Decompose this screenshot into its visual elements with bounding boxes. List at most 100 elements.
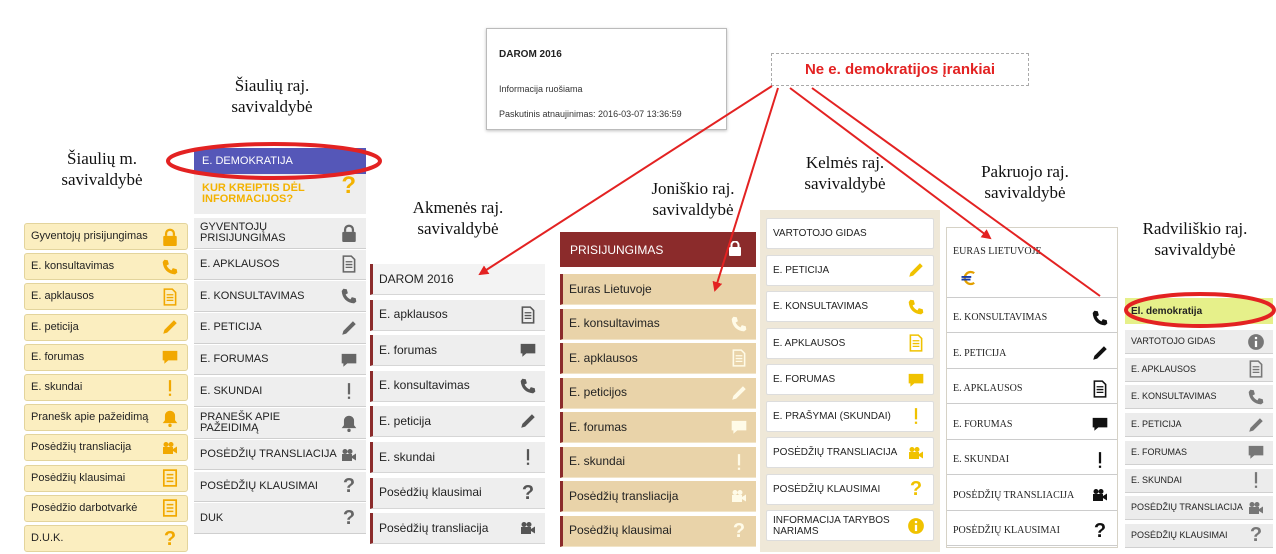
- menu-item[interactable]: E. skundai: [560, 446, 756, 478]
- menu-item[interactable]: E. SKUNDAI: [1125, 468, 1273, 493]
- menu-item[interactable]: Posėdžių klausimai: [24, 464, 188, 492]
- menu-header-label: E. DEMOKRATIJA: [202, 155, 293, 167]
- panel-pakruojo: EURAS LIETUVOJE E. KONSULTAVIMAS E. PETICI…: [946, 227, 1118, 548]
- menu-item[interactable]: POSĖDŽIŲ TRANSLIACIJA: [766, 437, 934, 468]
- menu-item-label: Posėdžių transliacija: [31, 441, 132, 454]
- camera-icon: [905, 443, 927, 463]
- menu-header-e-demokratija[interactable]: E. DEMOKRATIJA: [194, 148, 366, 174]
- menu-item-label: E. skundai: [31, 381, 83, 393]
- menu-item[interactable]: E. konsultavimas: [370, 370, 545, 402]
- menu-item[interactable]: DAROM 2016: [370, 264, 545, 295]
- menu-item[interactable]: E. peticija: [370, 406, 545, 438]
- menu-item-label: E. FORUMAS: [773, 374, 836, 385]
- chat-icon: [728, 417, 750, 437]
- menu-item[interactable]: E. forumas: [370, 335, 545, 367]
- menu-item[interactable]: Posėdžių transliacija: [24, 434, 188, 462]
- menu-item[interactable]: E. KONSULTAVIMAS: [194, 281, 366, 312]
- menu-item[interactable]: E. konsultavimas: [560, 308, 756, 340]
- menu-item[interactable]: E. KONSULTAVIMAS: [947, 303, 1117, 333]
- menu-item[interactable]: E. PETICIJA: [766, 254, 934, 286]
- chat-icon: [159, 347, 181, 367]
- menu-item[interactable]: POSĖDŽIŲ KLAUSIMAI?: [766, 473, 934, 505]
- caption-kelmes: Kelmės raj. savivaldybė: [804, 153, 886, 193]
- menu-item[interactable]: PRANEŠK APIE PAŽEIDIMĄ: [194, 408, 366, 439]
- menu-item[interactable]: Euras Lietuvoje: [560, 274, 756, 305]
- menu-item-label: E. PETICIJA: [200, 321, 262, 334]
- menu-item[interactable]: E. KONSULTAVIMAS: [766, 291, 934, 322]
- menu-item[interactable]: Pranešk apie pažeidimą: [24, 404, 188, 432]
- menu-item[interactable]: E. KONSULTAVIMAS: [1125, 385, 1273, 410]
- menu-item-label: POSĖDŽIŲ KLAUSIMAI: [1131, 529, 1228, 540]
- caption-siauliu-m: Šiaulių m. savivaldybė: [61, 149, 143, 189]
- menu-item-label: E. KONSULTAVIMAS: [200, 289, 305, 302]
- menu-item[interactable]: Posėdžių transliacija: [560, 481, 756, 512]
- caption-radviliskio: Radviliškio raj. savivaldybė: [1142, 219, 1248, 259]
- lock-icon: [728, 240, 742, 256]
- menu-item[interactable]: E. forumas: [560, 412, 756, 443]
- menu-item[interactable]: Gyventojų prisijungimas: [24, 223, 188, 250]
- menu-item[interactable]: Posėdžių transliacija: [370, 513, 545, 545]
- menu-header-el-demokratija[interactable]: El. demokratija: [1125, 298, 1273, 324]
- menu-subheader-info[interactable]: KUR KREIPTIS DĖL INFORMACIJOS? ?: [194, 174, 366, 214]
- menu-item[interactable]: EURAS LIETUVOJE: [947, 238, 1117, 298]
- caption-pakruojo: Pakruojo raj. savivaldybė: [981, 162, 1069, 202]
- menu-item[interactable]: E. APKLAUSOS: [947, 374, 1117, 404]
- menu-item[interactable]: E. apklausos: [370, 299, 545, 331]
- menu-item[interactable]: VARTOTOJO GIDAS: [766, 218, 934, 249]
- menu-item[interactable]: E. konsultavimas: [24, 253, 188, 281]
- document-icon: [159, 287, 181, 307]
- menu-item[interactable]: INFORMACIJA TARYBOS NARIAMS: [766, 510, 934, 541]
- menu-item[interactable]: E. FORUMAS: [766, 364, 934, 395]
- menu-item[interactable]: POSĖDŽIŲ KLAUSIMAI?: [947, 516, 1117, 546]
- menu-item[interactable]: Posėdžio darbotvarkė: [24, 494, 188, 522]
- lock-icon: [159, 227, 181, 247]
- menu-item[interactable]: POSĖDŽIŲ KLAUSIMAI?: [1125, 523, 1273, 548]
- menu-item-label: POSĖDŽIŲ KLAUSIMAI: [773, 483, 881, 495]
- menu-item-label: Euras Lietuvoje: [569, 281, 652, 296]
- menu-item[interactable]: E. SKUNDAI: [947, 445, 1117, 475]
- menu-item-label: E. PETICIJA: [773, 264, 830, 276]
- menu-item[interactable]: Posėdžių klausimai?: [370, 477, 545, 509]
- menu-item[interactable]: E. PETICIJA: [1125, 413, 1273, 438]
- menu-item[interactable]: E. FORUMAS: [1125, 440, 1273, 465]
- menu-item[interactable]: E. apklausos: [24, 283, 188, 311]
- menu-item[interactable]: E. PETICIJA: [194, 313, 366, 344]
- menu-item[interactable]: E. APKLAUSOS: [766, 327, 934, 359]
- menu-item[interactable]: E. peticijos: [560, 377, 756, 409]
- menu-item[interactable]: E. apklausos: [560, 343, 756, 374]
- menu-item[interactable]: GYVENTOJŲ PRISIJUNGIMAS: [194, 218, 366, 249]
- menu-item-label: E. APKLAUSOS: [200, 257, 280, 270]
- document-icon: [338, 254, 360, 274]
- menu-item[interactable]: E. SKUNDAI: [194, 376, 366, 407]
- menu-item[interactable]: D.U.K.?: [24, 525, 188, 552]
- exclamation-icon: [517, 447, 539, 467]
- question-icon: ?: [732, 519, 746, 542]
- exclamation-icon: [905, 406, 927, 426]
- menu-header-prisijungimas[interactable]: PRISIJUNGIMAS: [560, 232, 756, 267]
- menu-item[interactable]: E. skundai: [24, 374, 188, 401]
- menu-item[interactable]: E. peticija: [24, 313, 188, 341]
- menu-item-label: EURAS LIETUVOJE: [953, 246, 1042, 257]
- menu-item[interactable]: Posėdžių klausimai?: [560, 515, 756, 547]
- menu-item[interactable]: POSĖDŽIŲ TRANSLIACIJA: [194, 439, 366, 471]
- menu-item[interactable]: E. PRAŠYMAI (SKUNDAI): [766, 400, 934, 432]
- menu-item[interactable]: DUK?: [194, 503, 366, 534]
- menu-item-label: E. KONSULTAVIMAS: [1131, 391, 1217, 402]
- menu-item[interactable]: E. APKLAUSOS: [194, 249, 366, 281]
- menu-item[interactable]: E. skundai: [370, 442, 545, 473]
- menu-item[interactable]: E. FORUMAS: [194, 344, 366, 376]
- menu-item[interactable]: E. forumas: [24, 343, 188, 371]
- menu-item[interactable]: POSĖDŽIŲ TRANSLIACIJA: [947, 480, 1117, 511]
- pen-icon: [159, 317, 181, 337]
- menu-item[interactable]: POSĖDŽIŲ TRANSLIACIJA: [1125, 496, 1273, 521]
- menu-item[interactable]: E. APKLAUSOS: [1125, 357, 1273, 382]
- caption-siauliu-raj: Šiaulių raj. savivaldybė: [231, 76, 313, 116]
- menu-item[interactable]: E. PETICIJA: [947, 338, 1117, 369]
- menu-item[interactable]: VARTOTOJO GIDAS: [1125, 330, 1273, 354]
- question-icon: ?: [341, 172, 356, 199]
- menu-item[interactable]: E. FORUMAS: [947, 409, 1117, 440]
- menu-item[interactable]: POSĖDŽIŲ KLAUSIMAI?: [194, 471, 366, 503]
- pen-icon: [338, 318, 360, 338]
- popup-status: Informacija ruošiama: [499, 84, 583, 94]
- menu-item-label: Posėdžio darbotvarkė: [31, 501, 138, 514]
